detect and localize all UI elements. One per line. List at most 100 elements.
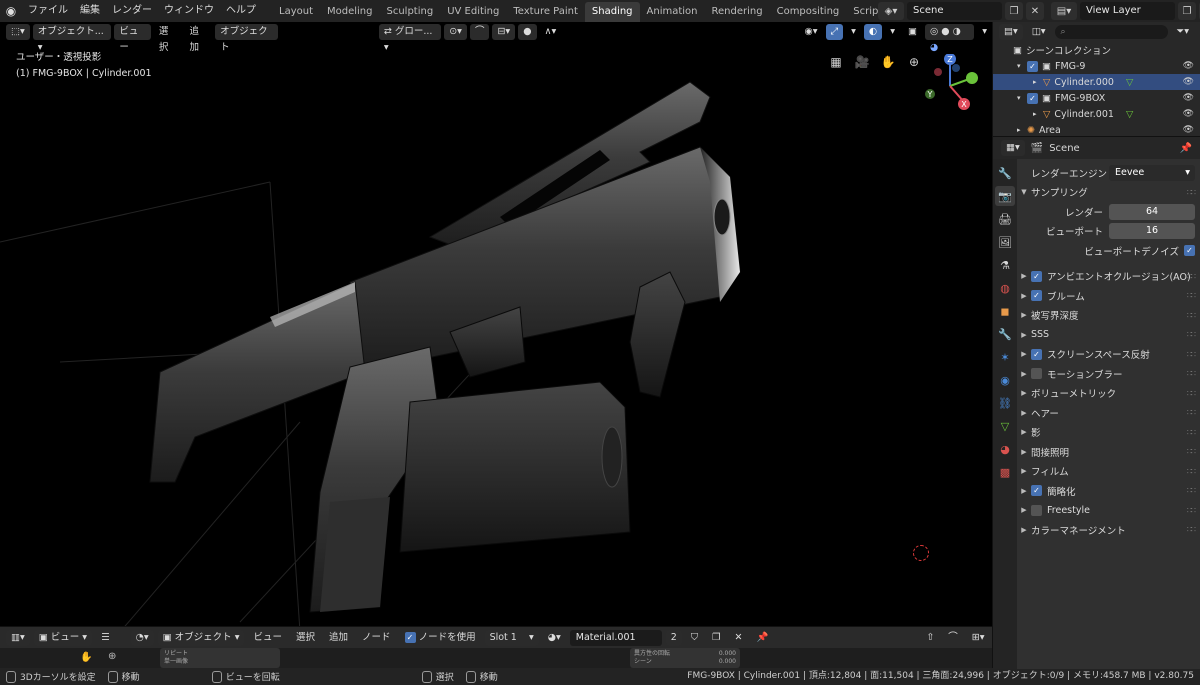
filter-icon[interactable]: ⏷▾ [1172,24,1194,40]
expand-arrow-icon[interactable]: ▸ [1033,110,1043,118]
node-view-dropdown[interactable]: ▣ ビュー ▾ [33,629,93,646]
tab-rendering[interactable]: Rendering [705,2,770,22]
panel-enable-checkbox[interactable] [1031,368,1042,380]
panel-enable-checkbox[interactable]: ✓ [1031,290,1042,302]
expand-arrow-icon[interactable]: ▸ [1017,126,1027,134]
expand-arrow-icon[interactable]: ▾ [1017,94,1027,102]
tab-sculpting[interactable]: Sculpting [380,2,441,22]
node-sidebar-menu-icon[interactable]: ☰ [96,630,115,646]
outliner-row-fmg9box[interactable]: ▾ ✓ ▣ FMG-9BOX 👁 [993,90,1200,106]
outliner-row-cylinder001[interactable]: ▸ ▽ Cylinder.001 ▽ 👁 [993,106,1200,122]
expand-arrow-icon[interactable]: ▾ [1017,62,1027,70]
shading-modes[interactable]: ◎ ● ◑ ◕ [924,24,975,53]
panel-grip-icon[interactable]: ∷∷ [1187,350,1196,359]
constraints-tab-icon[interactable]: ⛓ [995,393,1015,413]
physics-tab-icon[interactable]: ◉ [995,370,1015,390]
exclude-checkbox[interactable]: ✓ [1027,60,1038,72]
vp-menu-select[interactable]: 選択 [154,24,182,53]
panel-grip-icon[interactable]: ∷∷ [1187,330,1196,339]
panel-header[interactable]: ▶ カラーマネージメント ∷∷ [1017,520,1200,540]
xray-icon[interactable]: ▣ [903,24,922,40]
3d-viewport[interactable]: ⬚▾ オブジェクト... ▾ ビュー 選択 追加 オブジェクト ⇄ グロー...… [0,22,992,626]
pin-icon[interactable]: 📌 [751,630,773,646]
node-menu-view[interactable]: ビュー [248,630,287,646]
viewport-denoise-checkbox[interactable]: ✓ [1184,245,1195,257]
transform-orientation-dropdown[interactable]: ⇄ グロー... ▾ [378,24,442,53]
eye-icon[interactable]: 👁 [1183,125,1194,135]
gun-model-render[interactable] [0,42,992,626]
panel-grip-icon[interactable]: ∷∷ [1187,408,1196,417]
fake-user-icon[interactable]: ⛉ [686,630,703,646]
panel-enable-checkbox[interactable]: ✓ [1031,270,1042,282]
camera-icon[interactable]: 🎥 [852,52,872,72]
view-layer-tab-icon[interactable]: 🖼 [995,232,1015,252]
scene-tab-icon[interactable]: ⚗ [995,255,1015,275]
new-view-layer-icon[interactable]: ❐ [1178,2,1196,20]
snap-node-icon[interactable]: ⌒ [943,630,963,646]
vp-menu-add[interactable]: 追加 [185,24,213,53]
display-mode-icon[interactable]: ◫▾ [1027,24,1051,40]
outliner-row-area[interactable]: ▸ ✺ Area 👁 [993,122,1200,136]
render-samples-field[interactable]: 64 [1109,203,1195,220]
material-users-count[interactable]: 2 [665,629,682,646]
node-menu-add[interactable]: 追加 [324,630,353,646]
panel-header[interactable]: ▶ ✓ ブルーム ∷∷ [1017,286,1200,306]
menu-window[interactable]: ウィンドウ [158,0,220,22]
panel-grip-icon[interactable]: ∷∷ [1187,486,1196,495]
snap-target-icon[interactable]: ⊟▾ [492,24,516,40]
panel-grip-icon[interactable]: ∷∷ [1187,525,1196,534]
panel-enable-checkbox[interactable]: ✓ [1031,348,1042,360]
falloff-icon[interactable]: ∧▾ [540,24,562,40]
panel-enable-checkbox[interactable]: ✓ [1031,485,1042,497]
panel-grip-icon[interactable]: ∷∷ [1187,467,1196,476]
delete-scene-icon[interactable]: ✕ [1026,2,1044,20]
scene-browse-icon[interactable]: ◈▾ [878,2,904,20]
eye-icon[interactable]: 👁 [1183,93,1194,103]
bsdf-node[interactable]: 異方性の回転 0.000 シーン 0.000 [630,648,740,668]
panel-grip-icon[interactable]: ∷∷ [1187,188,1196,197]
particles-tab-icon[interactable]: ✶ [995,347,1015,367]
editor-type-icon[interactable]: ⬚▾ [6,24,30,40]
menu-help[interactable]: ヘルプ [220,0,262,22]
panel-header[interactable]: ▶ フィルム ∷∷ [1017,462,1200,482]
eye-icon[interactable]: 👁 [1183,109,1194,119]
material-name-field[interactable]: Material.001 [569,629,662,646]
unlink-material-icon[interactable]: ✕ [730,630,748,646]
snap-icon[interactable]: ⌒ [469,24,490,40]
tool-tab-icon[interactable]: 🔧 [995,163,1015,183]
outliner-search-input[interactable]: ⌕ [1054,25,1168,39]
output-tab-icon[interactable]: 🖨 [995,209,1015,229]
shading-dropdown-icon[interactable]: ▾ [977,24,992,40]
expand-arrow-icon[interactable]: ▸ [1033,78,1043,86]
new-scene-icon[interactable]: ❐ [1005,2,1023,20]
tab-texture-paint[interactable]: Texture Paint [506,2,585,22]
vp-menu-view[interactable]: ビュー [114,24,151,53]
node-menu-select[interactable]: 選択 [291,630,320,646]
panel-grip-icon[interactable]: ∷∷ [1187,272,1196,281]
object-tab-icon[interactable]: ◼ [995,301,1015,321]
node-menu-node[interactable]: ノード [357,630,396,646]
properties-editor-type-icon[interactable]: ▦▾ [1001,140,1025,156]
use-nodes-toggle[interactable]: ✓ ノードを使用 [400,630,481,646]
node-editor-type-icon[interactable]: ▥▾ [6,629,30,646]
tab-animation[interactable]: Animation [640,2,705,22]
mesh-data-tab-icon[interactable]: ▽ [995,416,1015,436]
node-mode-dropdown[interactable]: ▣ オブジェクト ▾ [157,629,245,646]
panel-grip-icon[interactable]: ∷∷ [1187,291,1196,300]
exclude-checkbox[interactable]: ✓ [1027,92,1038,104]
panel-header[interactable]: ▶ 影 ∷∷ [1017,423,1200,443]
panel-header[interactable]: ▶ ヘアー ∷∷ [1017,403,1200,423]
parent-node-tree-icon[interactable]: ⇧ [921,630,939,646]
panel-grip-icon[interactable]: ∷∷ [1187,369,1196,378]
pivot-icon[interactable]: ⊙▾ [444,24,467,40]
tab-layout[interactable]: Layout [272,2,320,22]
view-layer-browse-icon[interactable]: ▤▾ [1051,2,1077,20]
panel-grip-icon[interactable]: ∷∷ [1187,447,1196,456]
mesh-data-icon[interactable]: ▽ [1126,77,1133,88]
sampling-panel-header[interactable]: ▼ サンプリング ∷∷ [1017,183,1200,203]
node-anisotropic-rotation-value[interactable]: 0.000 [719,650,736,658]
blender-logo-icon[interactable]: ◉ [0,0,22,22]
scene-name-field[interactable]: Scene [907,2,1002,20]
tab-shading[interactable]: Shading [584,2,640,22]
panel-enable-checkbox[interactable] [1031,504,1042,516]
